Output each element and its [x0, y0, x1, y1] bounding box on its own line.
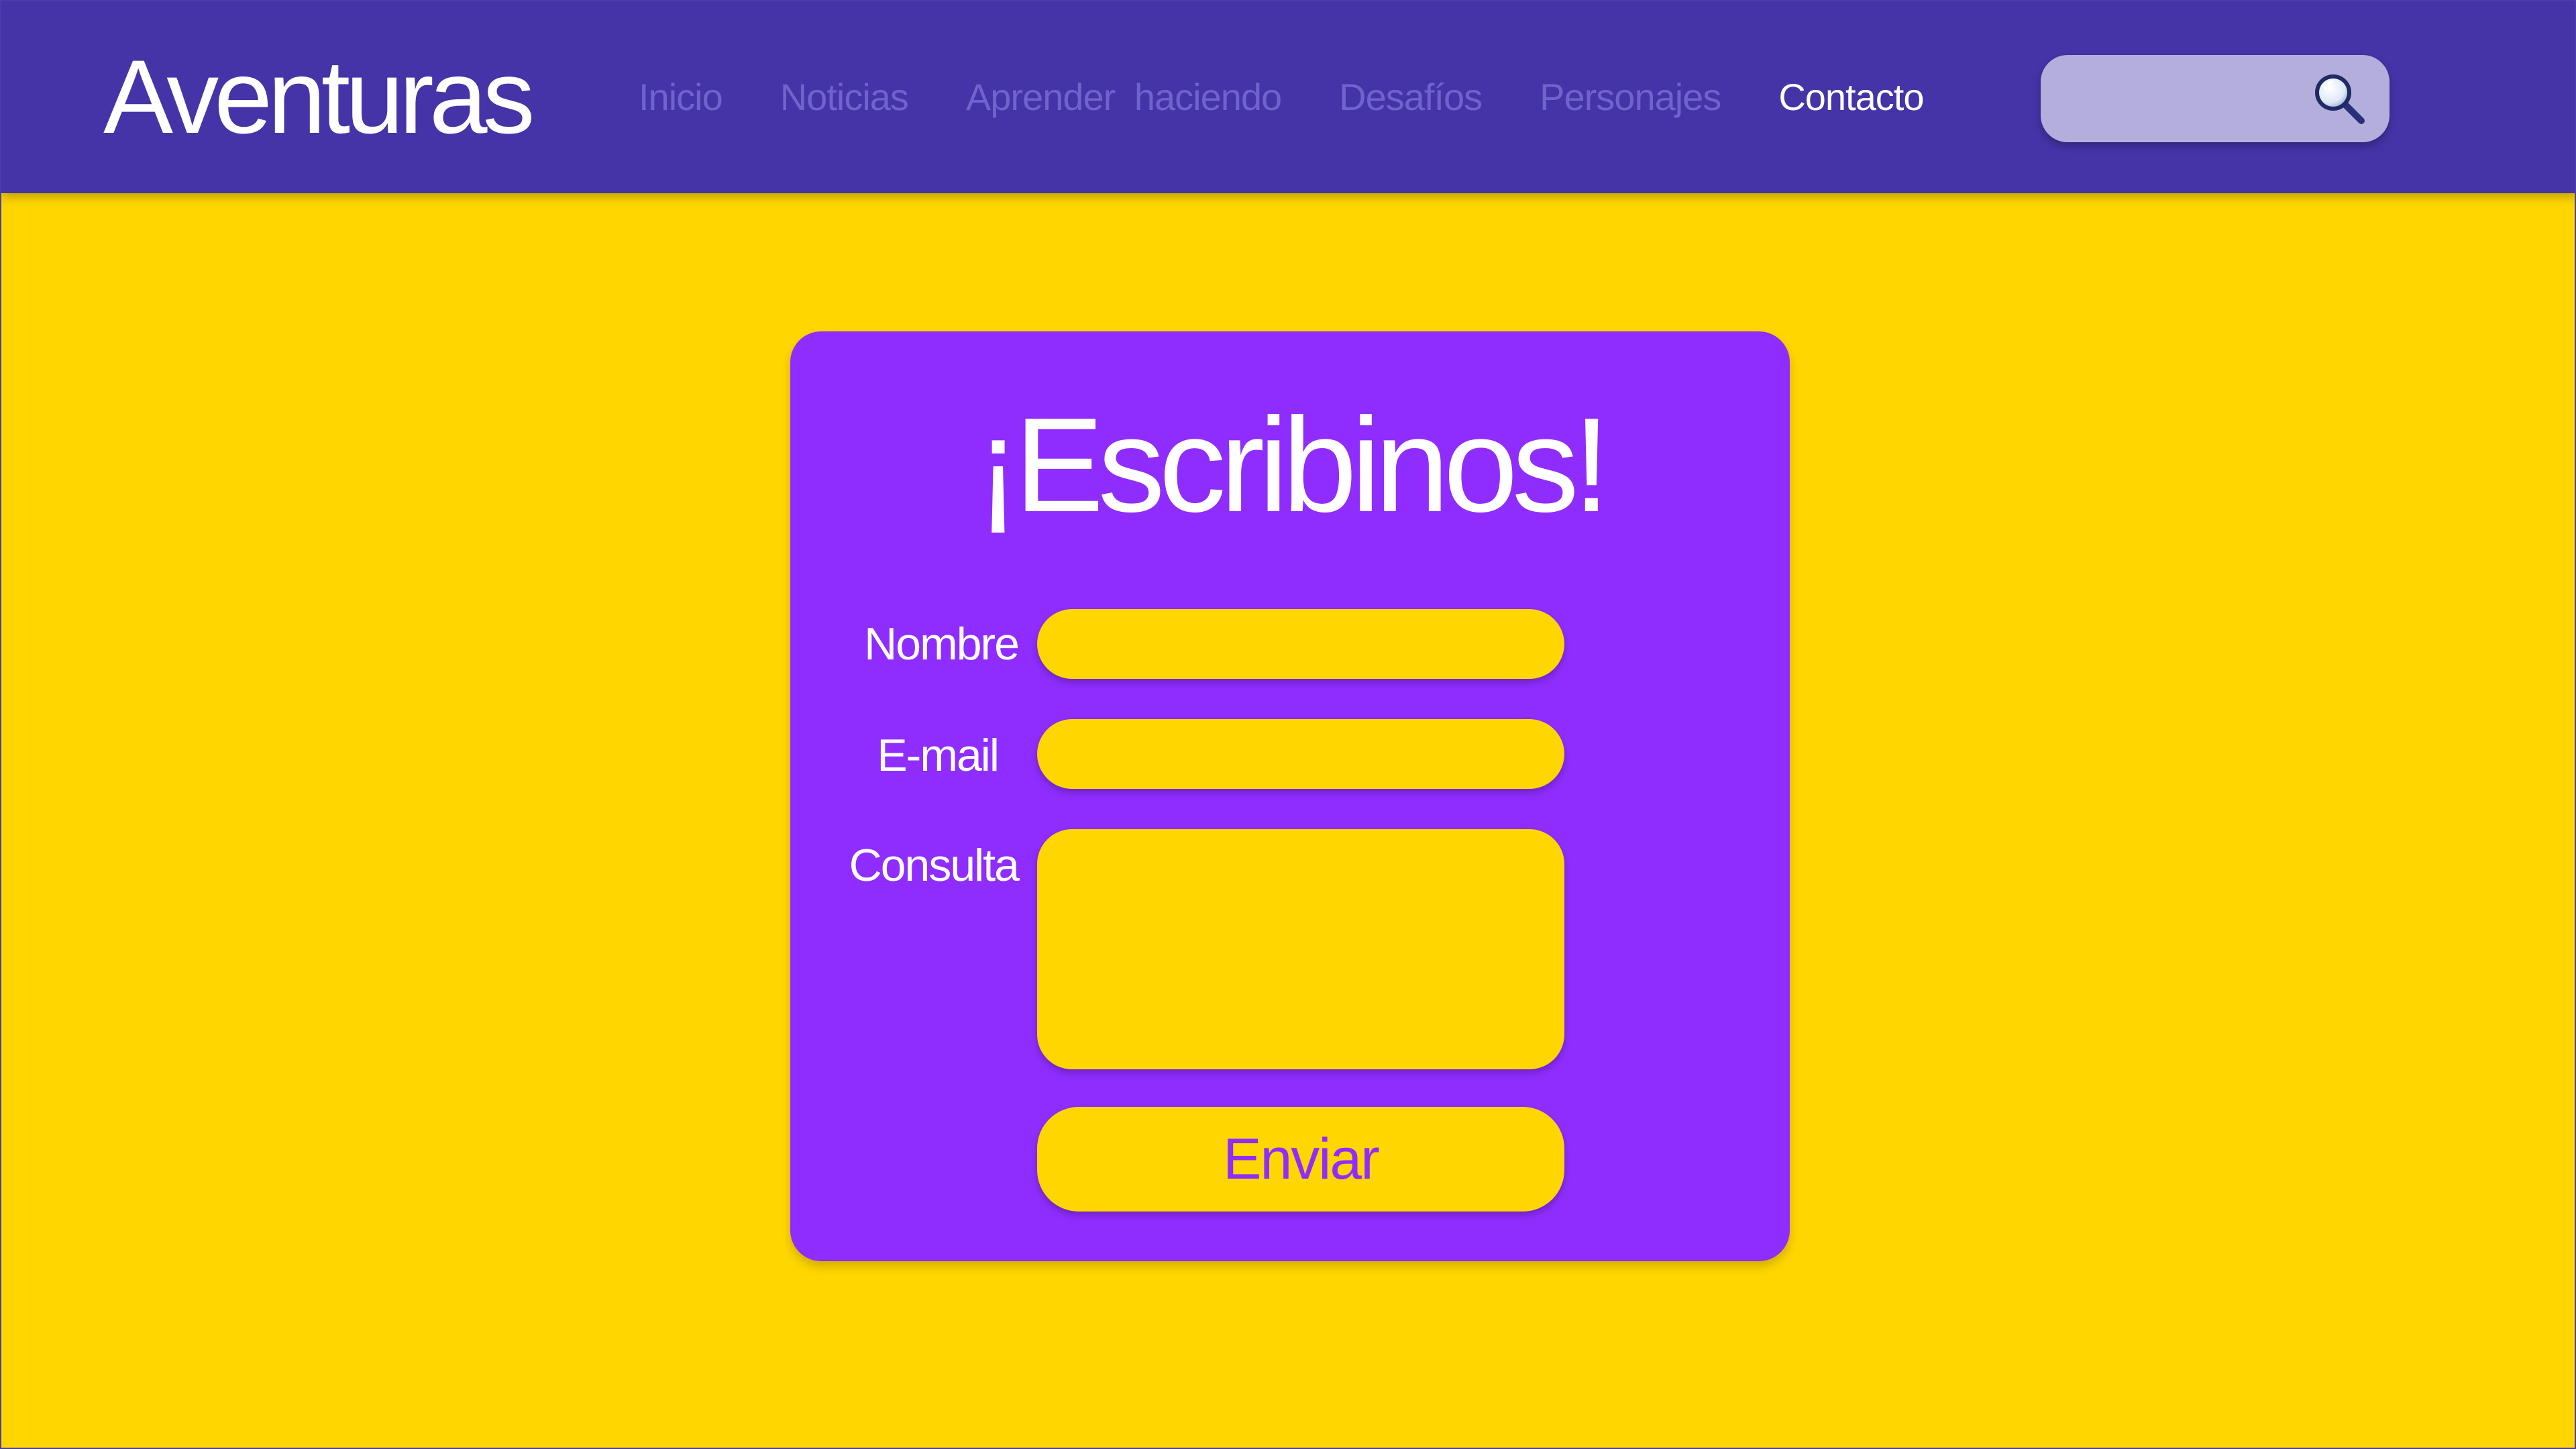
name-label: Nombre — [864, 619, 1020, 669]
search-input[interactable] — [2068, 75, 2312, 123]
top-nav-bar: Aventuras Inicio Noticias Aprender hacie… — [1, 1, 2575, 193]
search-box[interactable] — [2041, 55, 2390, 142]
main-nav: Inicio Noticias Aprender haciendo Desafí… — [639, 71, 1981, 122]
contact-form-card: ¡Escribinos! Nombre E-mail Consulta Envi… — [790, 331, 1790, 1261]
email-field[interactable] — [1037, 719, 1564, 789]
magnifying-glass-icon[interactable] — [2309, 68, 2369, 129]
nav-item-aprender-haciendo[interactable]: Aprender haciendo — [966, 75, 1282, 119]
nav-item-inicio[interactable]: Inicio — [639, 75, 723, 119]
submit-button[interactable]: Enviar — [1037, 1107, 1564, 1212]
name-field[interactable] — [1037, 609, 1564, 679]
nav-item-desafios[interactable]: Desafíos — [1339, 75, 1483, 119]
site-logo[interactable]: Aventuras — [103, 40, 535, 154]
form-title: ¡Escribinos! — [975, 390, 1611, 540]
message-label: Consulta — [849, 840, 1020, 891]
page: Aventuras Inicio Noticias Aprender hacie… — [0, 0, 2576, 1449]
nav-item-noticias[interactable]: Noticias — [780, 75, 909, 119]
email-label: E-mail — [877, 730, 1000, 781]
nav-item-contacto[interactable]: Contacto — [1778, 75, 1924, 119]
message-textarea[interactable] — [1037, 829, 1564, 1069]
nav-item-personajes[interactable]: Personajes — [1540, 75, 1721, 119]
